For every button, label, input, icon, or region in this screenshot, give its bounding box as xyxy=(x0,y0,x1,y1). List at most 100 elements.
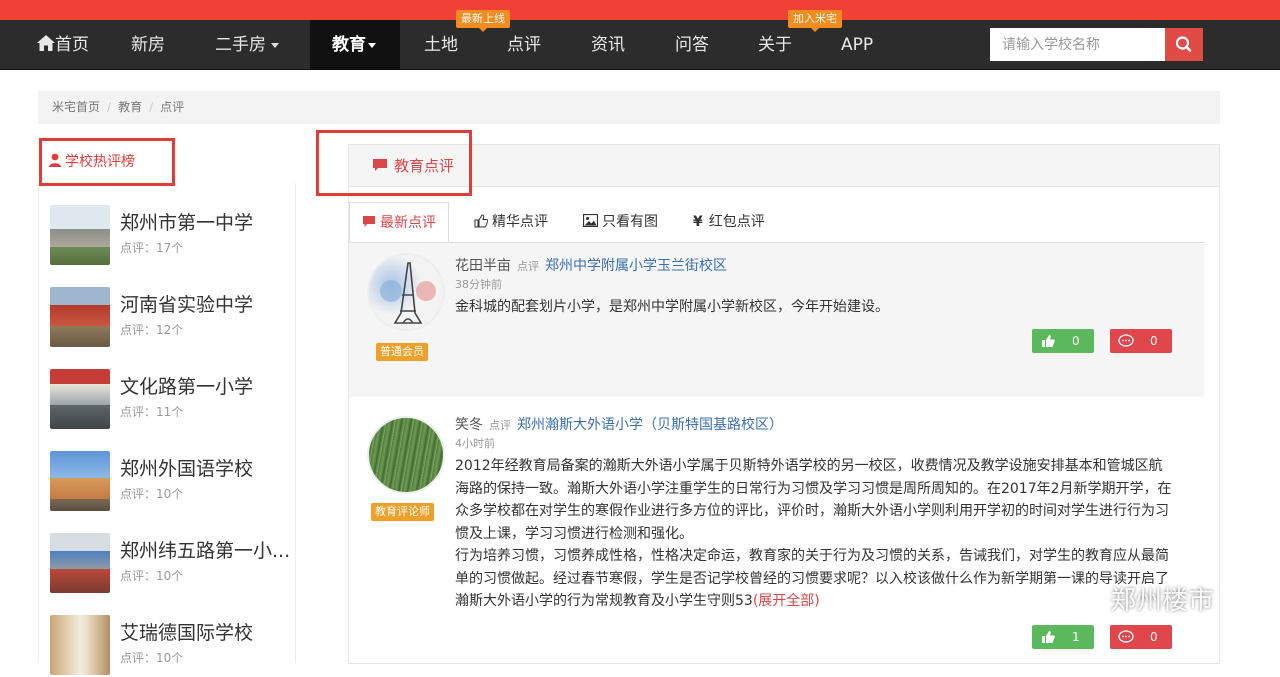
nav-guanyu-label: 关于 xyxy=(758,35,792,55)
nav-app[interactable]: APP xyxy=(841,20,873,70)
school-search-input[interactable] xyxy=(990,28,1165,61)
school-review-count: 点评：11个 xyxy=(120,405,184,419)
thumbs-up-icon xyxy=(1042,631,1055,643)
school-list-item[interactable]: 郑州外国语学校 点评：10个 xyxy=(50,451,290,513)
search-icon xyxy=(1175,36,1192,52)
school-name[interactable]: 河南省实验中学 xyxy=(120,290,253,317)
yen-icon: ¥ xyxy=(693,214,703,230)
review-panel-header xyxy=(349,145,1219,187)
school-thumbnail xyxy=(50,615,110,675)
search-button[interactable] xyxy=(1165,28,1203,61)
top-color-strip xyxy=(0,0,1280,20)
tab-photo-only[interactable]: 只看有图 xyxy=(582,211,658,243)
nav-dianping[interactable]: 点评 xyxy=(507,20,541,70)
join-badge: 加入米宅 xyxy=(788,10,842,32)
nav-home[interactable]: 首页 xyxy=(37,20,89,70)
review-text: 2012年经教育局备案的瀚斯大外语小学属于贝斯特外语学校的另一校区，收费情况及教… xyxy=(455,455,1175,613)
tab-featured-reviews[interactable]: 精华点评 xyxy=(474,211,548,243)
nav-wenda[interactable]: 问答 xyxy=(675,20,709,70)
school-name[interactable]: 郑州外国语学校 xyxy=(120,454,253,481)
review-username[interactable]: 笑冬 xyxy=(455,417,483,433)
school-name[interactable]: 郑州纬五路第一小... xyxy=(120,536,290,563)
like-button[interactable]: 0 xyxy=(1032,329,1094,353)
breadcrumb-education[interactable]: 教育 xyxy=(118,100,142,114)
school-thumbnail xyxy=(50,533,110,593)
school-review-count: 点评：10个 xyxy=(120,569,184,583)
like-count: 1 xyxy=(1072,630,1080,644)
review-school-link[interactable]: 郑州中学附属小学玉兰街校区 xyxy=(545,258,727,274)
comment-icon xyxy=(373,159,387,171)
review-card: 教育评论师 笑冬 点评 郑州瀚斯大外语小学（贝斯特国基路校区） 4小时前 2012年… xyxy=(349,410,1204,656)
school-name[interactable]: 文化路第一小学 xyxy=(120,372,253,399)
hot-school-tab[interactable]: 学校热评榜 xyxy=(39,138,175,186)
wechat-icon xyxy=(1073,586,1104,611)
nav-ershoufang[interactable]: 二手房 xyxy=(215,20,279,70)
chevron-down-icon xyxy=(271,42,279,48)
review-time: 38分钟前 xyxy=(455,278,502,291)
tab-latest-reviews[interactable]: 最新点评 xyxy=(349,202,449,244)
member-role-badge: 教育评论师 xyxy=(371,503,434,521)
school-thumbnail xyxy=(50,205,110,265)
chevron-down-icon xyxy=(368,42,376,48)
nav-home-label: 首页 xyxy=(55,35,89,55)
review-tag: 点评 xyxy=(489,419,511,432)
review-paragraph: 2012年经教育局备案的瀚斯大外语小学属于贝斯特外语学校的另一校区，收费情况及教… xyxy=(455,458,1172,542)
review-header: 花田半亩 点评 郑州中学附属小学玉兰街校区 xyxy=(455,255,727,275)
tab-red-packet-reviews[interactable]: ¥ 红包点评 xyxy=(693,211,765,243)
review-username[interactable]: 花田半亩 xyxy=(455,258,511,274)
comment-icon xyxy=(363,216,375,227)
school-thumbnail xyxy=(50,287,110,347)
school-list-item[interactable]: 郑州纬五路第一小... 点评：10个 xyxy=(50,533,290,595)
member-role-badge: 普通会员 xyxy=(376,343,428,361)
school-list-item[interactable]: 文化路第一小学 点评：11个 xyxy=(50,369,290,431)
like-button[interactable]: 1 xyxy=(1032,625,1094,649)
user-avatar[interactable] xyxy=(367,416,445,494)
school-review-count: 点评：10个 xyxy=(120,651,184,665)
thumbs-up-icon xyxy=(474,214,489,228)
eiffel-tower-icon xyxy=(380,262,436,324)
nav-jiaoyu-label: 教育 xyxy=(332,35,366,55)
review-paragraph: 行为培养习惯，习惯养成性格，性格决定命运，教育家的关于行为及习惯的关系，告诫我们… xyxy=(455,545,1175,613)
school-list-item[interactable]: 郑州市第一中学 点评：17个 xyxy=(50,205,290,267)
like-count: 0 xyxy=(1072,334,1080,348)
comment-count: 0 xyxy=(1150,630,1158,644)
tab-latest-reviews-label: 最新点评 xyxy=(380,215,436,231)
image-icon xyxy=(582,213,599,228)
nav-guanyu[interactable]: 关于 加入米宅 xyxy=(758,10,842,70)
breadcrumb-home[interactable]: 米宅首页 xyxy=(52,100,100,114)
user-icon xyxy=(49,153,61,167)
review-text: 金科城的配套划片小学，是郑州中学附属小学新校区，今年开始建设。 xyxy=(455,299,889,315)
tab-red-packet-label: 红包点评 xyxy=(708,214,765,230)
expand-all-link[interactable]: (展开全部) xyxy=(753,593,820,609)
review-tag: 点评 xyxy=(517,260,539,273)
nav-tudi-label: 土地 xyxy=(424,35,458,55)
education-review-tab-content[interactable]: 教育点评 xyxy=(372,155,454,176)
school-review-count: 点评：17个 xyxy=(120,241,184,255)
hot-school-tab-content: 学校热评榜 xyxy=(48,146,135,178)
review-header: 笑冬 点评 郑州瀚斯大外语小学（贝斯特国基路校区） xyxy=(455,414,783,434)
review-school-link[interactable]: 郑州瀚斯大外语小学（贝斯特国基路校区） xyxy=(517,417,783,433)
school-review-count: 点评：12个 xyxy=(120,323,184,337)
comment-bubble-icon xyxy=(1118,334,1134,347)
breadcrumb-current: 点评 xyxy=(160,100,185,114)
education-review-tab-label: 教育点评 xyxy=(394,157,455,175)
breadcrumb-separator: / xyxy=(107,100,112,114)
nav-xinfang[interactable]: 新房 xyxy=(131,20,165,70)
comment-button[interactable]: 0 xyxy=(1110,625,1172,649)
review-time: 4小时前 xyxy=(455,437,495,450)
comment-count: 0 xyxy=(1150,334,1158,348)
nav-tudi[interactable]: 土地 最新上线 xyxy=(424,10,510,70)
nav-zixun[interactable]: 资讯 xyxy=(591,20,625,70)
breadcrumb-separator: / xyxy=(149,100,154,114)
school-thumbnail xyxy=(50,369,110,429)
home-icon xyxy=(37,35,55,51)
nav-jiaoyu[interactable]: 教育 xyxy=(310,20,400,70)
user-avatar[interactable] xyxy=(367,253,445,331)
comment-button[interactable]: 0 xyxy=(1110,329,1172,353)
school-list-item[interactable]: 河南省实验中学 点评：12个 xyxy=(50,287,290,349)
school-name[interactable]: 艾瑞德国际学校 xyxy=(120,618,253,645)
school-list-item[interactable]: 艾瑞德国际学校 点评：10个 xyxy=(50,615,290,677)
watermark-text: 郑州楼市 xyxy=(1110,586,1215,616)
nav-ershoufang-label: 二手房 xyxy=(215,35,266,55)
school-name[interactable]: 郑州市第一中学 xyxy=(120,208,253,235)
